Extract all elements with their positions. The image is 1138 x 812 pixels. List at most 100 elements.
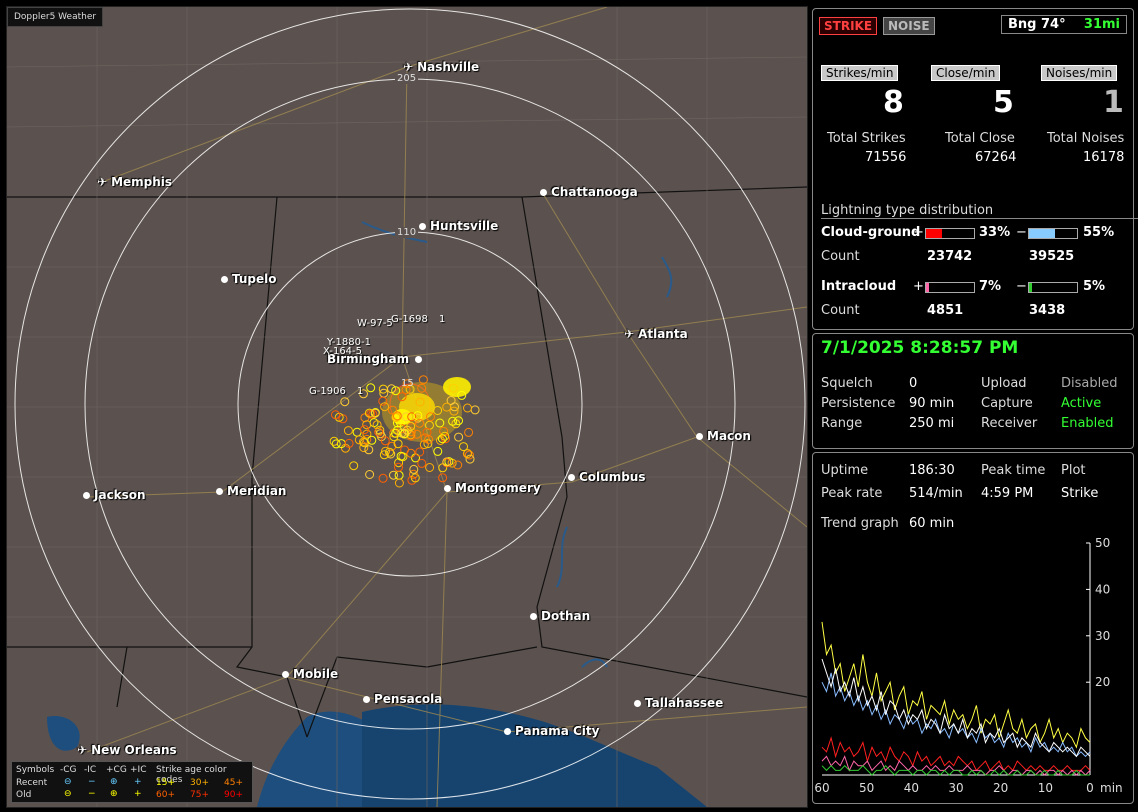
bar-fill (926, 229, 942, 238)
cg-negative-bar (1028, 228, 1078, 239)
city-tupelo[interactable]: Tupelo (221, 272, 277, 286)
city-memphis[interactable]: ✈ Memphis (97, 175, 172, 189)
receiver-value[interactable]: Enabled (1061, 416, 1114, 431)
strike-mark (343, 426, 353, 436)
city-chattanooga[interactable]: Chattanooga (540, 185, 638, 199)
city-dot-icon (363, 696, 370, 703)
strike-mark (362, 420, 372, 430)
ic-count-label: Count (821, 303, 860, 318)
airport-icon: ✈ (403, 60, 414, 74)
city-pensacola[interactable]: Pensacola (363, 692, 442, 706)
city-atlanta[interactable]: ✈ Atlanta (624, 327, 688, 341)
close-per-min-button[interactable]: Close/min (931, 65, 1001, 81)
city-tallahassee[interactable]: Tallahassee (634, 696, 723, 710)
current-datetime: 7/1/2025 8:28:57 PM (821, 338, 1019, 358)
noises-per-min-button[interactable]: Noises/min (1041, 65, 1118, 81)
minus-cg-icon: ⊖ (64, 789, 72, 799)
y-tick-label: 40 (1095, 582, 1110, 596)
upload-value[interactable]: Disabled (1061, 376, 1117, 391)
ic-negative-count: 3438 (1029, 303, 1066, 318)
airport-icon: ✈ (624, 327, 635, 341)
x-tick-label: 20 (993, 781, 1008, 795)
ic-negative-bar (1028, 282, 1078, 293)
city-montgomery[interactable]: Montgomery (444, 481, 541, 495)
city-dot-icon (221, 276, 228, 283)
y-tick-label: 30 (1095, 629, 1110, 643)
plus-sign: + (913, 225, 924, 240)
cell-label[interactable]: X-164-5 (323, 346, 362, 357)
x-tick-label: 50 (859, 781, 874, 795)
cg-positive-pct: 33% (979, 225, 1011, 240)
city-huntsville[interactable]: Huntsville (419, 219, 498, 233)
city-dot-icon (419, 223, 426, 230)
capture-value[interactable]: Active (1061, 396, 1101, 411)
city-dothan[interactable]: Dothan (530, 609, 590, 623)
city-new-orleans[interactable]: ✈ New Orleans (77, 743, 177, 757)
x-tick-label: 40 (904, 781, 919, 795)
distribution-title: Lightning type distribution (821, 203, 1138, 219)
cell-label[interactable]: W-97-5 (357, 318, 393, 329)
strike-mark (378, 473, 388, 483)
intracloud-label: Intracloud (821, 279, 897, 294)
city-panama-city[interactable]: Panama City (504, 724, 599, 738)
cloud-ground-label: Cloud-ground (821, 225, 921, 240)
strike-mark (438, 463, 448, 473)
legend-recent-label: Recent (16, 778, 48, 788)
cell-label[interactable]: 1 (357, 386, 363, 397)
peak-time-value: 4:59 PM (981, 486, 1034, 501)
total-strikes-value: 71556 (865, 150, 907, 165)
trend-panel: Uptime 186:30 Peak time Plot Peak rate 5… (812, 452, 1134, 804)
cg-count-label: Count (821, 249, 860, 264)
city-jackson[interactable]: Jackson (83, 488, 146, 502)
radar-map[interactable]: Doppler5 Weather ✈ Nashville ✈ Memphis Cha… (6, 6, 808, 808)
trend-graph-value[interactable]: 60 min (909, 516, 954, 531)
x-tick-label: 0 (1086, 781, 1094, 795)
strike-button[interactable]: STRIKE (819, 17, 878, 35)
plot-value[interactable]: Strike (1061, 486, 1098, 501)
city-nashville[interactable]: ✈ Nashville (403, 60, 479, 74)
upload-label: Upload (981, 376, 1027, 391)
city-macon[interactable]: Macon (696, 429, 751, 443)
ic-positive-count: 4851 (927, 303, 964, 318)
persistence-label: Persistence (821, 396, 896, 411)
strike-mark (433, 446, 443, 456)
range-label: 110 (395, 227, 419, 238)
city-meridian[interactable]: Meridian (216, 484, 286, 498)
y-tick-label: 20 (1095, 675, 1110, 689)
plus-cg-icon: ⊕ (110, 789, 118, 799)
strike-mark (463, 403, 472, 413)
strike-mark (464, 427, 474, 437)
strike-mark (394, 478, 404, 488)
strikes-per-min: 8 (883, 85, 904, 120)
age-code: 90+ (224, 790, 243, 800)
strike-mark (366, 383, 376, 393)
bar-fill (926, 283, 930, 292)
strike-mark (394, 470, 404, 480)
x-tick-label: 10 (1038, 781, 1053, 795)
strikes-per-min-button[interactable]: Strikes/min (821, 65, 899, 81)
stats-panel: STRIKE NOISE Bng 74° 31mi Strikes/min Cl… (812, 8, 1138, 330)
city-columbus[interactable]: Columbus (568, 470, 646, 484)
city-dot-icon (568, 474, 575, 481)
peak-rate-label: Peak rate (821, 486, 883, 501)
cell-label[interactable]: G-1906 (309, 386, 346, 397)
plus-cg-icon: ⊕ (110, 777, 118, 787)
total-close-label: Total Close (945, 131, 1015, 146)
squelch-value: 0 (909, 376, 918, 391)
squelch-label: Squelch (821, 376, 873, 391)
map-canvas (7, 7, 807, 807)
cell-label[interactable]: G-1698 (391, 314, 428, 325)
city-dot-icon (540, 189, 547, 196)
strike-mark (364, 445, 374, 455)
range-label: 205 (395, 73, 419, 84)
lake (47, 716, 80, 751)
uptime-label: Uptime (821, 463, 869, 478)
y-tick-label: 50 (1095, 536, 1110, 550)
total-close-value: 67264 (975, 150, 1017, 165)
city-mobile[interactable]: Mobile (282, 667, 338, 681)
minus-sign: − (1016, 279, 1027, 294)
receiver-label: Receiver (981, 416, 1038, 431)
cell-label[interactable]: 1 (439, 314, 445, 325)
rivers (361, 221, 673, 668)
noise-button[interactable]: NOISE (883, 17, 935, 35)
